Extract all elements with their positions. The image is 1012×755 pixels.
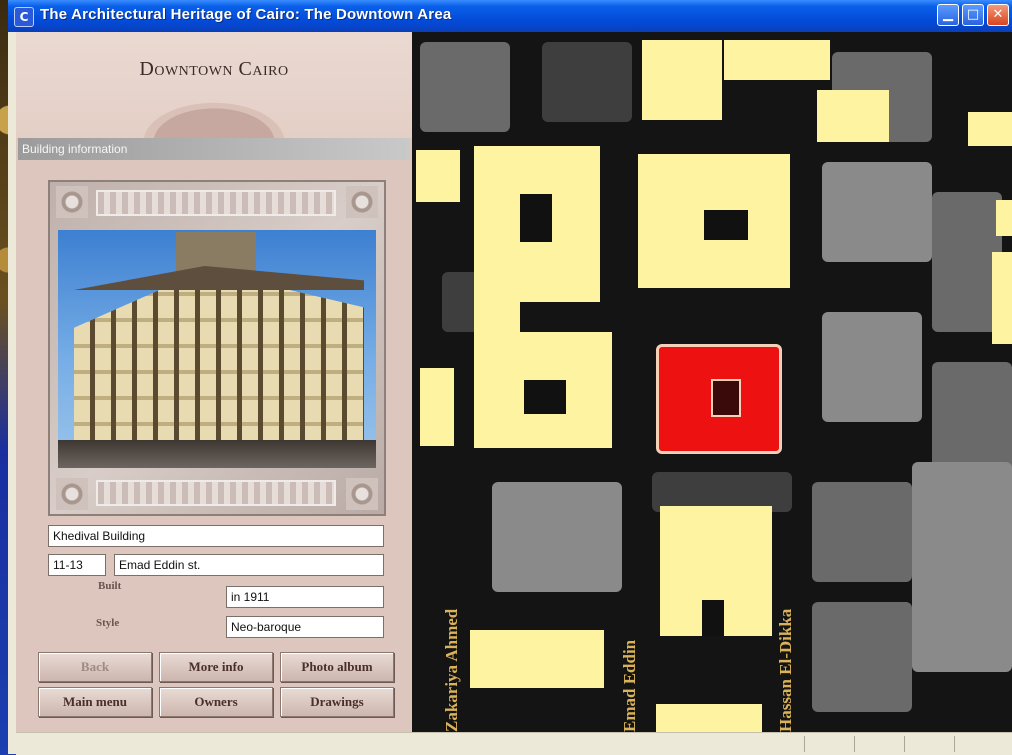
street-label: Emad Eddin — [620, 639, 639, 732]
map-block — [822, 162, 932, 262]
courtyard — [524, 380, 566, 414]
status-cell — [954, 736, 955, 752]
building-number-field[interactable]: 11-13 — [48, 554, 106, 576]
map-block — [492, 482, 622, 592]
photo-album-button[interactable]: Photo album — [280, 652, 394, 682]
building-facade — [74, 270, 364, 440]
back-button[interactable]: Back — [38, 652, 152, 682]
minimize-button[interactable]: ▁ — [937, 4, 959, 26]
map-block — [822, 312, 922, 422]
building-name-field[interactable]: Khedival Building — [48, 525, 384, 547]
status-cell — [854, 736, 855, 752]
photo-frame — [48, 180, 386, 516]
frame-ornament-icon — [56, 478, 88, 510]
map-block — [812, 482, 912, 582]
map-block — [912, 462, 1012, 672]
status-cell — [904, 736, 905, 752]
app-icon[interactable]: C — [14, 7, 34, 27]
owners-button[interactable]: Owners — [159, 687, 273, 717]
header-banner: Downtown Cairo — [16, 32, 412, 138]
heritage-building[interactable] — [724, 40, 830, 80]
courtyard — [520, 194, 552, 242]
frame-band-top — [96, 190, 336, 216]
built-label: Built — [98, 580, 122, 592]
street-level — [58, 440, 376, 468]
heritage-building[interactable] — [416, 150, 460, 202]
heritage-building[interactable] — [470, 630, 604, 688]
map-block — [812, 602, 912, 712]
aerial-map[interactable]: Zakariya Ahmed Emad Eddin Hassan El-Dikk… — [412, 32, 1012, 732]
page-title: Downtown Cairo — [139, 58, 289, 80]
heritage-building[interactable] — [992, 252, 1012, 344]
more-info-button[interactable]: More info — [159, 652, 273, 682]
maximize-button[interactable]: □ — [962, 4, 984, 26]
status-cell — [804, 736, 805, 752]
built-field[interactable]: in 1911 — [226, 586, 384, 608]
style-label: Style — [96, 617, 120, 629]
style-field[interactable]: Neo-baroque — [226, 616, 384, 638]
courtyard — [702, 600, 724, 636]
section-header: Building information — [18, 138, 410, 160]
heritage-building[interactable] — [656, 704, 762, 732]
street-field[interactable]: Emad Eddin st. — [114, 554, 384, 576]
heritage-building[interactable] — [996, 200, 1012, 236]
heritage-building[interactable] — [642, 40, 722, 120]
building-photo[interactable] — [58, 230, 376, 468]
courtyard — [704, 210, 748, 240]
courtyard — [711, 379, 741, 417]
building-tower — [176, 232, 256, 272]
frame-ornament-icon — [346, 186, 378, 218]
frame-ornament-icon — [346, 478, 378, 510]
map-block — [542, 42, 632, 122]
selected-building[interactable] — [656, 344, 782, 454]
street-label: Zakariya Ahmed — [442, 608, 461, 732]
heritage-building[interactable] — [968, 112, 1012, 146]
street-label: Hassan El-Dikka — [776, 608, 795, 732]
frame-ornament-icon — [56, 186, 88, 218]
building-roof — [74, 266, 364, 290]
status-bar — [16, 732, 1012, 755]
drawings-button[interactable]: Drawings — [280, 687, 394, 717]
heritage-building[interactable] — [817, 90, 889, 142]
heritage-building[interactable] — [420, 368, 454, 446]
building-info-panel: Downtown Cairo Building information Khed… — [16, 32, 412, 732]
main-menu-button[interactable]: Main menu — [38, 687, 152, 717]
heritage-building[interactable] — [474, 292, 520, 336]
map-block — [420, 42, 510, 132]
title-bar: C The Architectural Heritage of Cairo: T… — [8, 0, 1012, 32]
map-block — [932, 362, 1012, 472]
close-button[interactable]: ✕ — [987, 4, 1009, 26]
frame-band-bottom — [96, 480, 336, 506]
window-title: The Architectural Heritage of Cairo: The… — [40, 6, 452, 23]
app-window: C The Architectural Heritage of Cairo: T… — [8, 0, 1012, 755]
